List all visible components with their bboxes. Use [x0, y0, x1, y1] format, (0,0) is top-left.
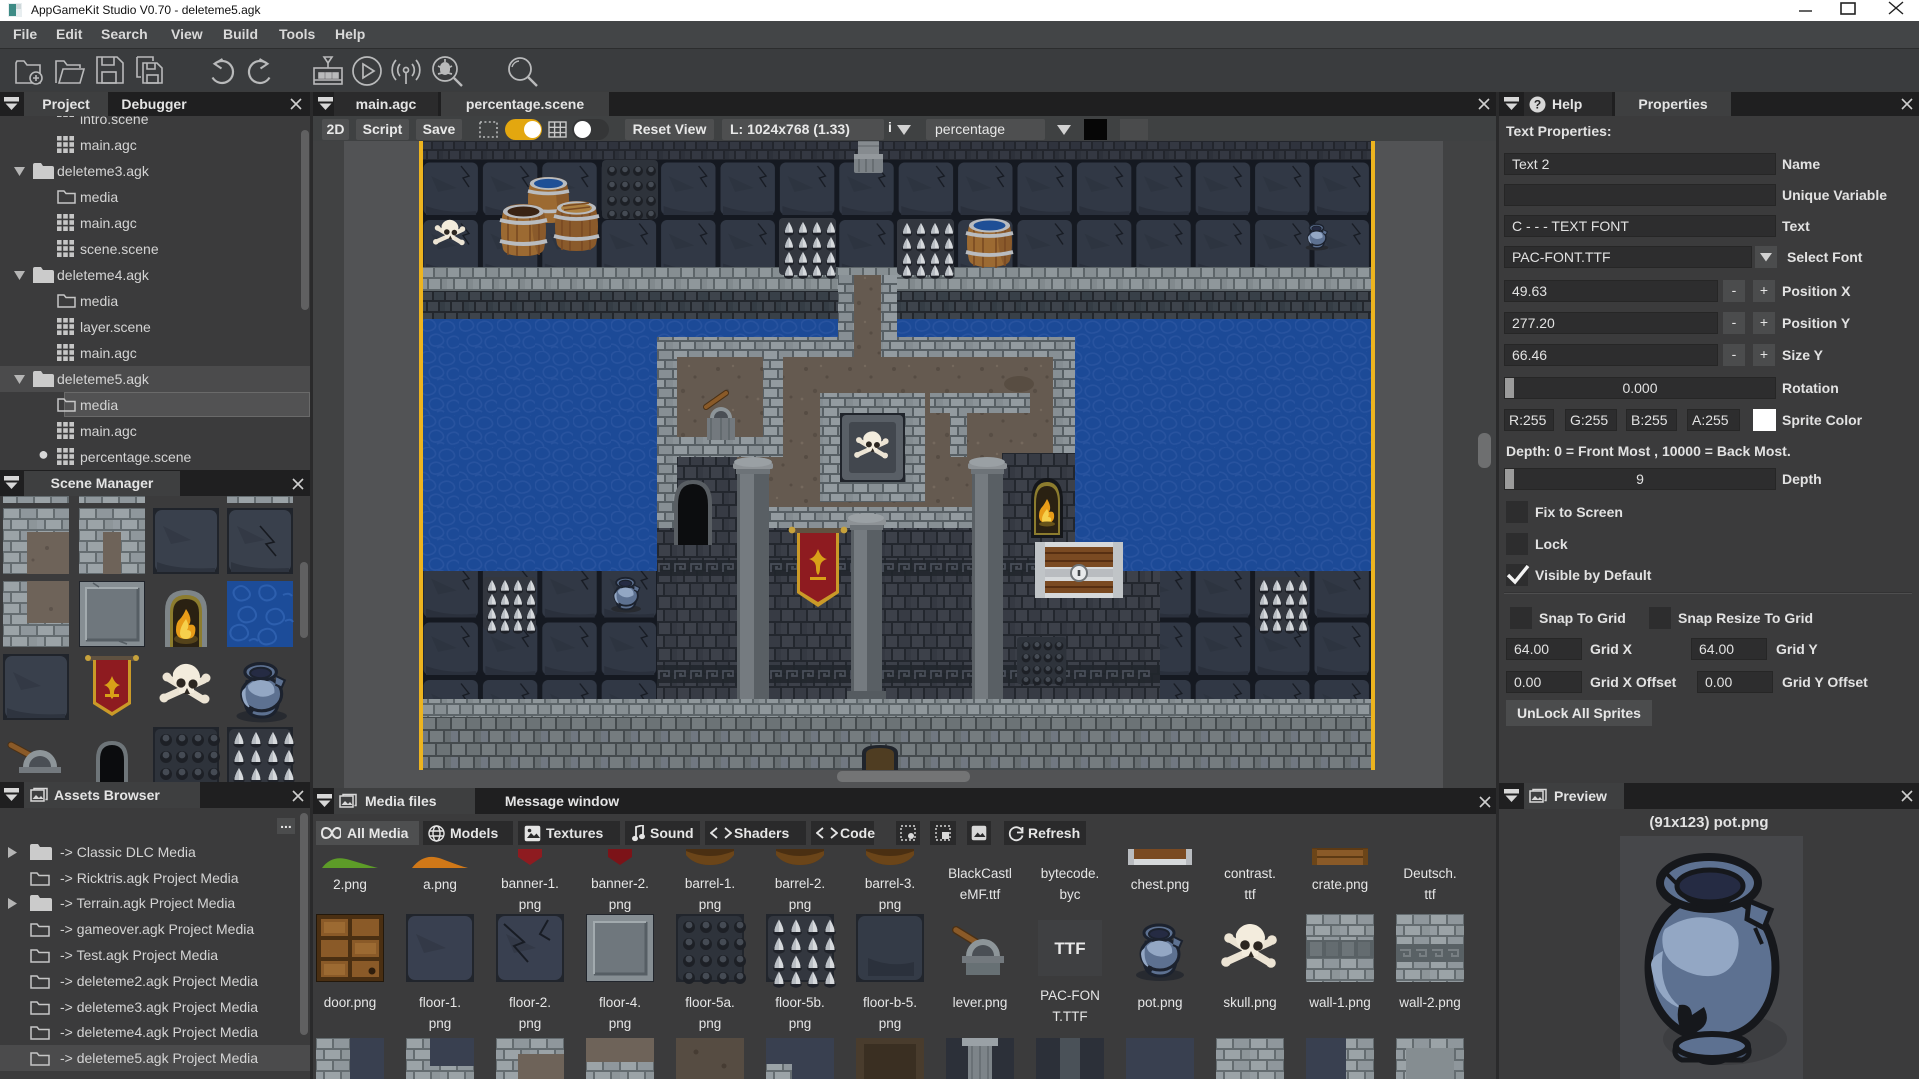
svg-text:?: ?: [1534, 98, 1541, 112]
svg-text:TTF: TTF: [1054, 939, 1085, 958]
